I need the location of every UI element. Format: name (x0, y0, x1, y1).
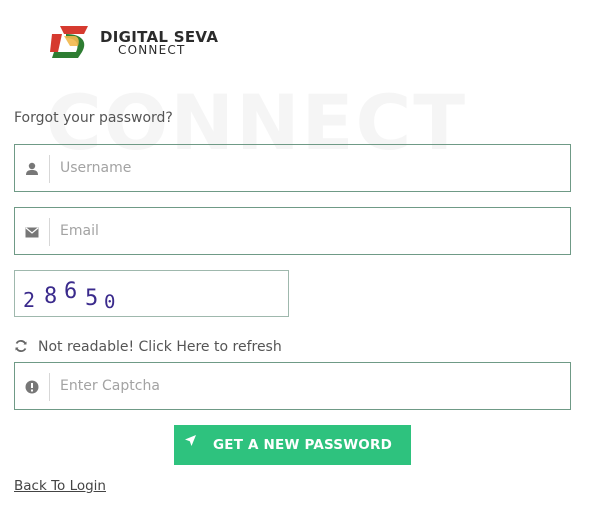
back-to-login-link[interactable]: Back To Login (14, 478, 106, 494)
email-input[interactable] (60, 208, 560, 254)
captcha-image: 2 8 6 5 0 (14, 270, 289, 317)
user-icon (15, 155, 50, 183)
get-new-password-button[interactable]: GET A NEW PASSWORD (174, 425, 411, 465)
get-new-password-label: GET A NEW PASSWORD (213, 437, 392, 453)
captcha-input[interactable] (60, 363, 560, 409)
envelope-icon (15, 218, 50, 246)
refresh-label: Not readable! Click Here to refresh (38, 339, 282, 355)
exclamation-circle-icon (15, 373, 50, 401)
page-title: Forgot your password? (14, 110, 173, 126)
email-field (14, 207, 571, 255)
location-arrow-icon (184, 434, 197, 451)
brand-subtitle: CONNECT (118, 43, 186, 57)
digital-seva-logo: DIGITAL SEVA CONNECT (48, 22, 218, 62)
digital-seva-logo-mark-icon (50, 26, 88, 58)
captcha-digit-5: 0 (104, 291, 115, 313)
captcha-digit-2: 8 (44, 284, 57, 309)
refresh-captcha-link[interactable]: Not readable! Click Here to refresh (14, 338, 282, 356)
username-field (14, 144, 571, 192)
captcha-field (14, 362, 571, 410)
captcha-digit-1: 2 (23, 288, 35, 312)
username-input[interactable] (60, 145, 560, 191)
captcha-digit-3: 6 (64, 279, 77, 304)
captcha-digit-4: 5 (85, 286, 98, 311)
refresh-icon (14, 338, 28, 357)
